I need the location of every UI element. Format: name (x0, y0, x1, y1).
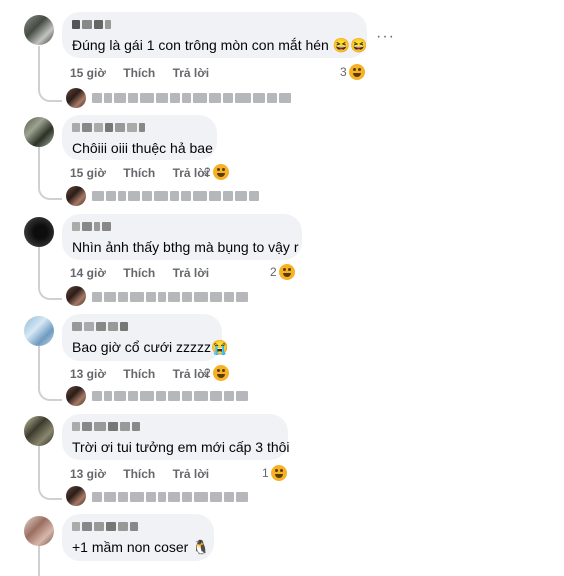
reaction-count[interactable]: 2 (204, 364, 229, 382)
reply-avatar[interactable] (66, 386, 86, 406)
reaction-number: 3 (340, 65, 347, 79)
more-options-icon[interactable]: ··· (376, 28, 395, 46)
comment-bubble: Trời ơi tui tưởng em mới cấp 3 thôi (62, 414, 290, 460)
reaction-count[interactable]: 1 (262, 464, 287, 482)
reply-button[interactable]: Trả lời (173, 266, 210, 280)
comment-actions: 15 giờ Thích Trả lời (70, 65, 223, 81)
like-button[interactable]: Thích (123, 367, 155, 381)
comment-text: Nhìn ảnh thấy bthg mà bụng to vậy r (72, 239, 299, 255)
comment-bubble: Chôiii oiii thuệc hả bae (62, 115, 217, 160)
thread-line (38, 546, 40, 576)
reaction-count[interactable]: 3 (340, 63, 365, 81)
timestamp[interactable]: 13 giờ (70, 467, 106, 481)
reply-avatar[interactable] (66, 486, 86, 506)
like-button[interactable]: Thích (123, 467, 155, 481)
comment-actions: 14 giờ Thích Trả lời (70, 265, 223, 281)
reaction-count[interactable]: 2 (270, 263, 295, 281)
like-button[interactable]: Thích (123, 66, 155, 80)
comment-bubble: +1 mầm non coser 🐧 (62, 514, 214, 561)
reaction-number: 2 (204, 165, 211, 179)
timestamp[interactable]: 13 giờ (70, 367, 106, 381)
comment-actions: 13 giờ Thích Trả lời (70, 466, 223, 482)
avatar[interactable] (24, 117, 54, 147)
timestamp[interactable]: 14 giờ (70, 266, 106, 280)
haha-reaction-icon (278, 264, 295, 280)
comment-bubble: Nhìn ảnh thấy bthg mà bụng to vậy r (62, 214, 302, 260)
comment-bubble: Bao giờ cổ cưới zzzzz😭 (62, 314, 229, 361)
reply-preview-redacted[interactable] (92, 91, 291, 105)
comment-text: +1 mầm non coser 🐧 (72, 539, 210, 555)
thread-line (38, 446, 40, 488)
thread-connector (38, 86, 62, 102)
reply-preview-redacted[interactable] (92, 490, 248, 504)
like-button[interactable]: Thích (123, 166, 155, 180)
comment-text: Trời ơi tui tưởng em mới cấp 3 thôi (72, 439, 290, 455)
author-name-redacted[interactable] (72, 20, 355, 32)
avatar[interactable] (24, 516, 54, 546)
comment-actions: 15 giờ Thích Trả lời (70, 165, 223, 181)
reply-avatar[interactable] (66, 186, 86, 206)
thread-connector (38, 484, 62, 500)
avatar[interactable] (24, 316, 54, 346)
thread-connector (38, 385, 62, 401)
thread-connector (38, 284, 62, 300)
reaction-number: 1 (262, 466, 269, 480)
avatar[interactable] (24, 15, 54, 45)
avatar[interactable] (24, 217, 54, 247)
reply-button[interactable]: Trả lời (173, 467, 210, 481)
reaction-number: 2 (204, 366, 211, 380)
author-name-redacted[interactable] (72, 322, 210, 334)
reply-preview-redacted[interactable] (92, 290, 248, 304)
thread-connector (38, 184, 62, 200)
author-name-redacted[interactable] (72, 422, 276, 434)
comment-bubble: Đúng là gái 1 con trông mòn con mắt hén … (62, 12, 368, 58)
reply-avatar[interactable] (66, 88, 86, 108)
reply-button[interactable]: Trả lời (173, 66, 210, 80)
haha-reaction-icon (212, 365, 229, 381)
avatar[interactable] (24, 416, 54, 446)
haha-reaction-icon (348, 64, 365, 80)
author-name-redacted[interactable] (72, 123, 205, 135)
reply-preview-redacted[interactable] (92, 189, 259, 203)
thread-line (38, 146, 40, 186)
comment-text: Chôiii oiii thuệc hả bae (72, 140, 213, 156)
reaction-number: 2 (270, 265, 277, 279)
author-name-redacted[interactable] (72, 222, 290, 234)
author-name-redacted[interactable] (72, 522, 202, 534)
thread-line (38, 346, 40, 388)
thread-line (38, 46, 40, 88)
haha-reaction-icon (212, 164, 229, 180)
like-button[interactable]: Thích (123, 266, 155, 280)
thread-line (38, 247, 40, 287)
reply-avatar[interactable] (66, 286, 86, 306)
reply-preview-redacted[interactable] (92, 389, 248, 403)
haha-reaction-icon (270, 465, 287, 481)
comment-actions: 13 giờ Thích Trả lời (70, 366, 223, 382)
timestamp[interactable]: 15 giờ (70, 166, 106, 180)
reaction-count[interactable]: 2 (204, 163, 229, 181)
timestamp[interactable]: 15 giờ (70, 66, 106, 80)
comment-text: Đúng là gái 1 con trông mòn con mắt hén … (72, 37, 368, 53)
comment-text: Bao giờ cổ cưới zzzzz😭 (72, 339, 229, 355)
